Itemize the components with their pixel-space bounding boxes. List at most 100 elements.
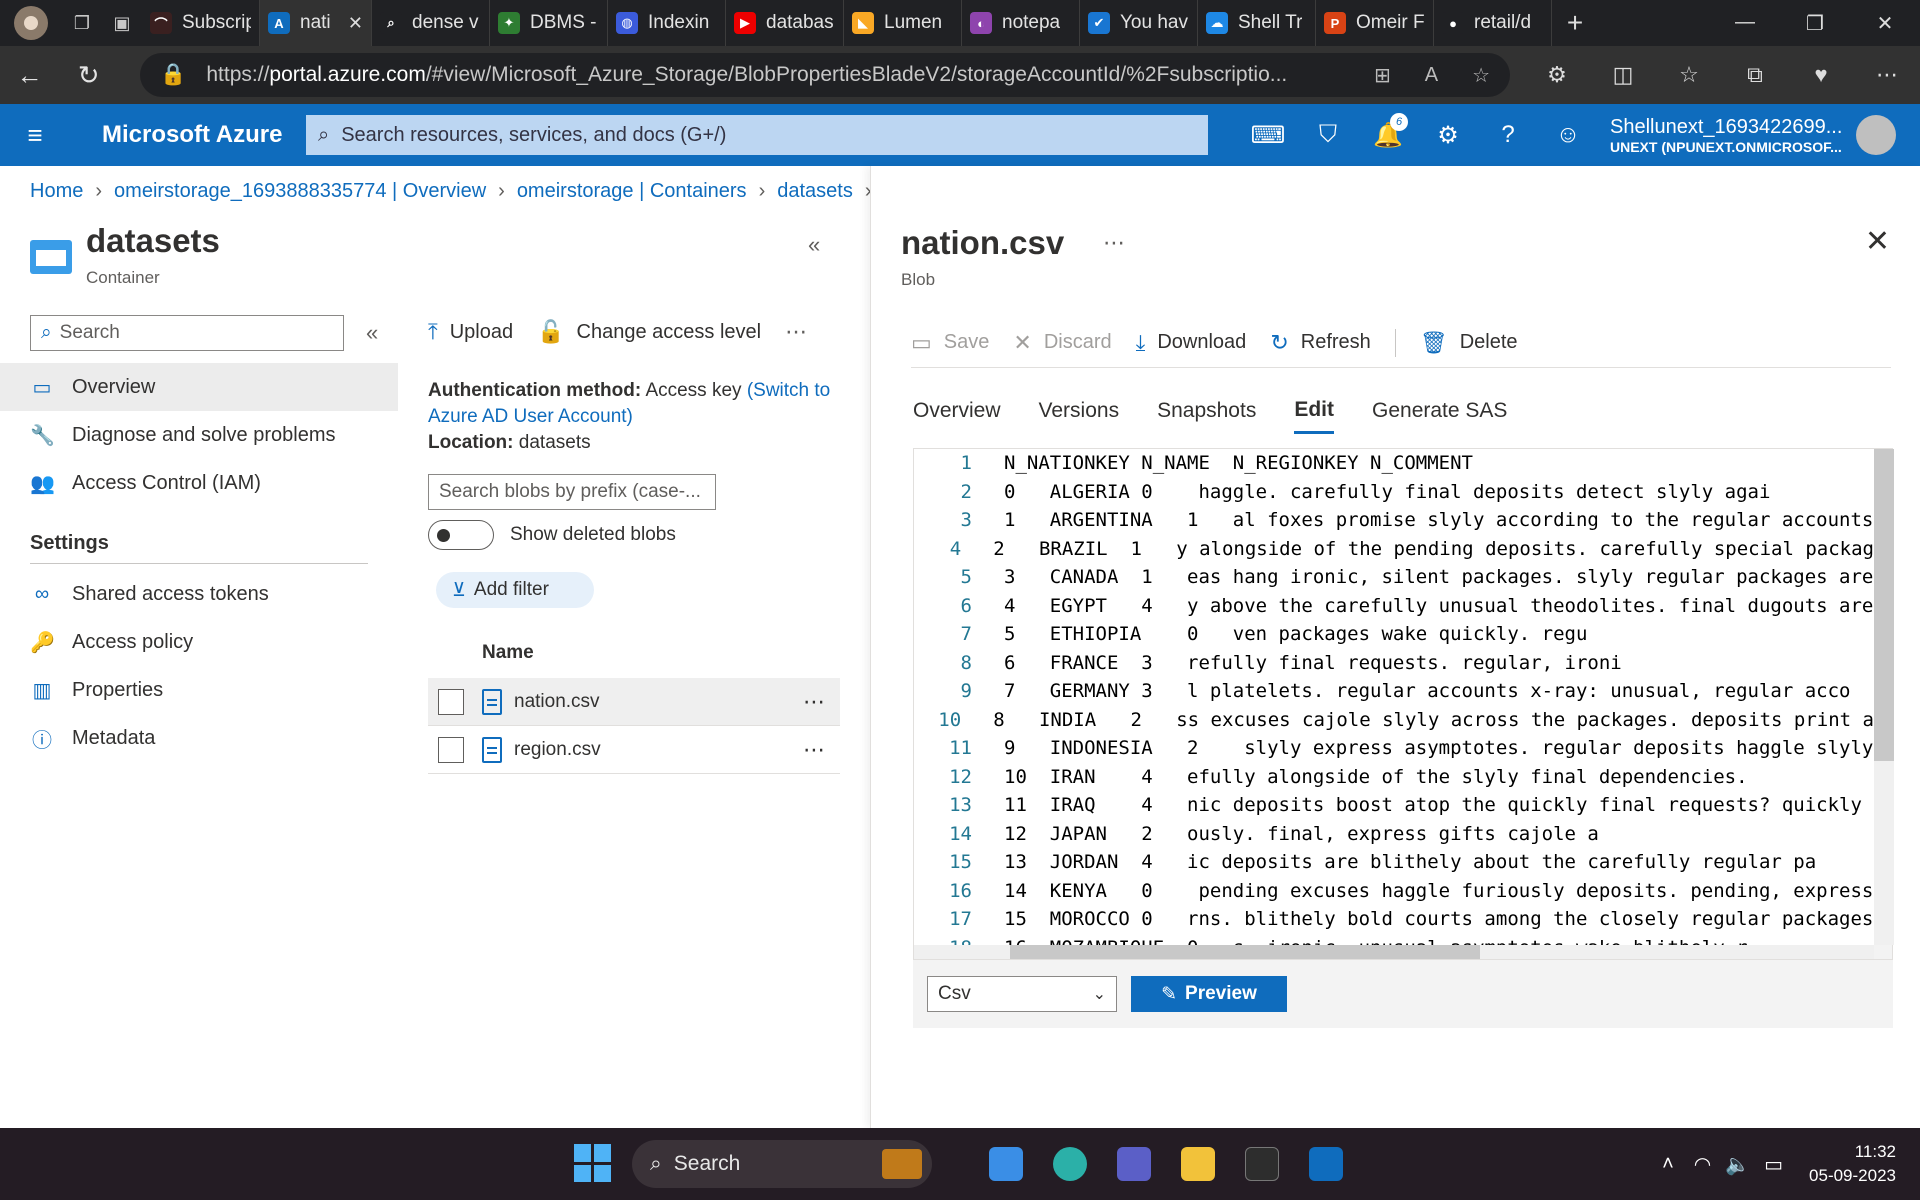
browser-tab[interactable]: ⌒ Subscrip bbox=[142, 0, 260, 46]
teams-app-icon[interactable] bbox=[1102, 1138, 1166, 1190]
breadcrumb-datasets[interactable]: datasets bbox=[777, 180, 853, 203]
chevron-up-icon[interactable]: ˄ bbox=[1662, 1153, 1674, 1176]
refresh-button[interactable]: ↻ Refresh bbox=[1270, 330, 1370, 356]
code-editor[interactable]: 1 N_NATIONKEY N_NAME N_REGIONKEY N_COMMEN… bbox=[913, 448, 1894, 960]
blob-name[interactable]: region.csv bbox=[514, 739, 803, 761]
scroll-thumb[interactable] bbox=[1010, 945, 1480, 959]
menu-item[interactable]: 🔧 Diagnose and solve problems bbox=[0, 411, 398, 459]
blob-prefix-search-input[interactable]: Search blobs by prefix (case-... bbox=[428, 474, 716, 510]
hamburger-menu-icon[interactable]: ≡ bbox=[0, 120, 70, 151]
save-button[interactable]: ▭ Save bbox=[911, 330, 989, 356]
back-button[interactable]: ← bbox=[0, 46, 59, 104]
breadcrumb-containers[interactable]: omeirstorage | Containers bbox=[517, 180, 747, 203]
read-aloud-icon[interactable]: A bbox=[1425, 64, 1438, 87]
add-filter-button[interactable]: ⊻ Add filter bbox=[436, 572, 594, 608]
menu-item[interactable]: 🔑 Access policy bbox=[0, 618, 398, 666]
minimize-button[interactable]: — bbox=[1710, 11, 1780, 36]
change-access-level-button[interactable]: 🔓 Change access level bbox=[537, 319, 761, 345]
browser-tab[interactable]: ▶ databas bbox=[726, 0, 844, 46]
discard-button[interactable]: ✕ Discard bbox=[1013, 330, 1111, 356]
table-row[interactable]: nation.csv ⋯ bbox=[428, 678, 840, 726]
settings-gear-icon[interactable]: ⚙ bbox=[1418, 121, 1478, 150]
directory-filter-icon[interactable]: ⛉ bbox=[1298, 121, 1358, 150]
browser-tab[interactable]: ✦ DBMS - bbox=[490, 0, 608, 46]
browser-tab[interactable]: ⌕ dense v bbox=[372, 0, 490, 46]
menu-item[interactable]: ∞ Shared access tokens bbox=[0, 570, 398, 618]
split-screen-icon[interactable]: ◫ bbox=[1590, 62, 1656, 88]
tab-generate-sas[interactable]: Generate SAS bbox=[1372, 388, 1507, 434]
menu-item[interactable]: ⓘ Metadata bbox=[0, 714, 398, 762]
terminal-app-icon[interactable] bbox=[1230, 1138, 1294, 1190]
more-actions-icon[interactable]: ⋯ bbox=[785, 319, 807, 345]
scroll-thumb[interactable] bbox=[1874, 449, 1894, 761]
row-more-icon[interactable]: ⋯ bbox=[803, 689, 826, 715]
notifications-bell-icon[interactable]: 🔔 6 bbox=[1358, 112, 1418, 150]
edge-app-icon[interactable] bbox=[1038, 1138, 1102, 1190]
show-deleted-toggle[interactable] bbox=[428, 520, 494, 550]
outlook-app-icon[interactable] bbox=[1294, 1138, 1358, 1190]
favorite-star-icon[interactable]: ☆ bbox=[1472, 63, 1490, 88]
cloud-shell-icon[interactable]: ⌨ bbox=[1238, 121, 1298, 150]
menu-item[interactable]: 👥 Access Control (IAM) bbox=[0, 459, 398, 507]
global-search-input[interactable]: ⌕ Search resources, services, and docs (… bbox=[306, 115, 1208, 155]
workspaces-icon[interactable]: ❐ bbox=[62, 0, 102, 46]
blob-more-icon[interactable]: ⋯ bbox=[1103, 230, 1125, 256]
table-row[interactable]: region.csv ⋯ bbox=[428, 726, 840, 774]
azure-brand[interactable]: Microsoft Azure bbox=[102, 121, 302, 149]
browser-tab[interactable]: ◐ notepa bbox=[962, 0, 1080, 46]
maximize-button[interactable]: ❐ bbox=[1780, 11, 1850, 36]
vertical-scrollbar[interactable] bbox=[1874, 449, 1894, 945]
row-checkbox[interactable] bbox=[438, 688, 464, 715]
tab-versions[interactable]: Versions bbox=[1039, 388, 1120, 434]
performance-icon[interactable]: ♥ bbox=[1788, 62, 1854, 88]
download-button[interactable]: ⤓ Download bbox=[1136, 330, 1247, 356]
browser-tab[interactable]: ✔ You hav bbox=[1080, 0, 1198, 46]
reload-button[interactable]: ↻ bbox=[59, 46, 118, 104]
volume-icon[interactable]: 🔈 bbox=[1725, 1152, 1750, 1177]
browser-tab[interactable]: ◍ Indexin bbox=[608, 0, 726, 46]
row-checkbox[interactable] bbox=[438, 736, 464, 763]
preview-button[interactable]: ✎ Preview bbox=[1131, 976, 1287, 1012]
favorites-icon[interactable]: ☆ bbox=[1656, 62, 1722, 88]
help-icon[interactable]: ? bbox=[1478, 121, 1538, 150]
blob-name[interactable]: nation.csv bbox=[514, 691, 803, 713]
url-field[interactable]: 🔒 https://portal.azure.com/#view/Microso… bbox=[140, 53, 1511, 97]
breadcrumb-storage-overview[interactable]: omeirstorage_1693888335774 | Overview bbox=[114, 180, 486, 203]
wifi-icon[interactable]: ◠ bbox=[1694, 1152, 1711, 1177]
collections-icon[interactable]: ⧉ bbox=[1722, 62, 1788, 88]
profile-avatar[interactable] bbox=[14, 6, 48, 40]
window-close-button[interactable]: ✕ bbox=[1850, 11, 1920, 36]
start-button[interactable] bbox=[574, 1144, 612, 1182]
menu-search-input[interactable]: ⌕ Search bbox=[30, 315, 344, 351]
browser-tab[interactable]: Anati ✕ bbox=[260, 0, 372, 46]
browser-tab[interactable]: ☁ Shell Tr bbox=[1198, 0, 1316, 46]
browser-tab[interactable]: ◣ Lumen bbox=[844, 0, 962, 46]
editor-text-area[interactable]: 1 N_NATIONKEY N_NAME N_REGIONKEY N_COMMEN… bbox=[914, 449, 1874, 945]
format-select[interactable]: Csv ⌄ bbox=[927, 976, 1117, 1012]
browser-tab[interactable]: ● retail/d bbox=[1434, 0, 1552, 46]
tab-close-icon[interactable]: ✕ bbox=[348, 13, 363, 34]
extensions-icon[interactable]: ⚙ bbox=[1524, 62, 1590, 88]
notepad-app-icon[interactable] bbox=[974, 1138, 1038, 1190]
menu-item[interactable]: ▭ Overview bbox=[0, 363, 398, 411]
tab-edit[interactable]: Edit bbox=[1294, 388, 1334, 434]
account-info[interactable]: Shellunext_1693422699... UNEXT (NPUNEXT.… bbox=[1610, 115, 1842, 156]
apps-icon[interactable]: ⊞ bbox=[1374, 63, 1391, 88]
upload-button[interactable]: ⤒ Upload bbox=[428, 319, 513, 345]
browser-tab[interactable]: P Omeir F bbox=[1316, 0, 1434, 46]
collapse-menu-icon[interactable]: « bbox=[366, 320, 378, 346]
tab-snapshots[interactable]: Snapshots bbox=[1157, 388, 1256, 434]
file-explorer-app-icon[interactable] bbox=[1166, 1138, 1230, 1190]
clock[interactable]: 11:32 05-09-2023 bbox=[1809, 1140, 1896, 1188]
close-icon[interactable]: ✕ bbox=[1865, 224, 1890, 259]
collapse-blade-icon[interactable]: « bbox=[808, 232, 820, 258]
horizontal-scrollbar[interactable] bbox=[914, 945, 1874, 959]
row-more-icon[interactable]: ⋯ bbox=[803, 737, 826, 763]
column-header-name[interactable]: Name bbox=[428, 642, 840, 678]
avatar[interactable] bbox=[1856, 115, 1897, 155]
taskbar-search[interactable]: ⌕ Search bbox=[632, 1140, 932, 1188]
menu-item[interactable]: ▥ Properties bbox=[0, 666, 398, 714]
battery-icon[interactable]: ▭ bbox=[1764, 1152, 1783, 1177]
browser-menu-icon[interactable]: ⋯ bbox=[1854, 62, 1920, 88]
breadcrumb-home[interactable]: Home bbox=[30, 180, 83, 203]
